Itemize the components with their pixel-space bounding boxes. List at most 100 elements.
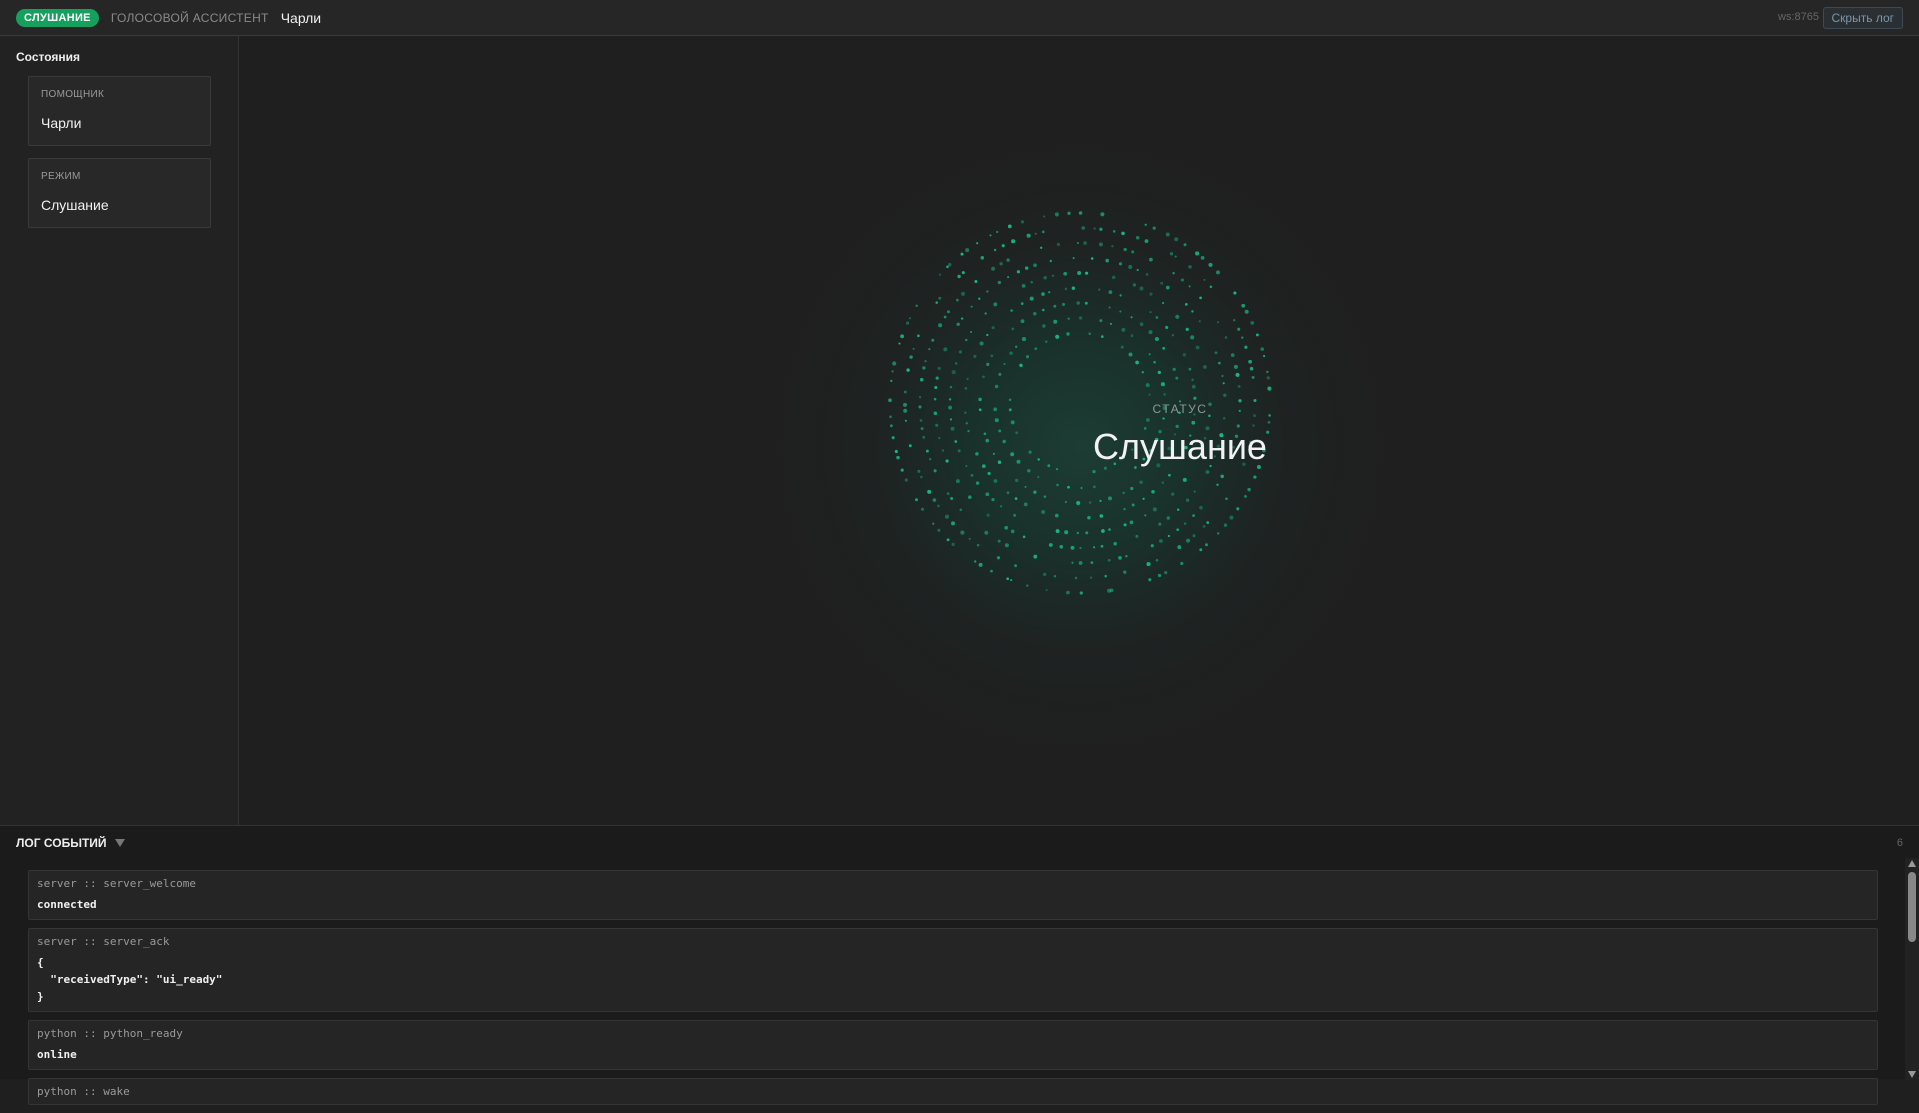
log-header[interactable]: ЛОГ СОБЫТИЙ [16, 836, 125, 850]
orb-dot [1191, 378, 1194, 382]
orb-dot [941, 449, 945, 452]
orb-dot [1237, 384, 1241, 388]
orb-dot [949, 385, 953, 389]
scroll-up-icon[interactable] [1908, 860, 1916, 867]
orb-dot [1266, 370, 1269, 374]
orb-dot [984, 312, 987, 315]
orb-dot [1043, 276, 1047, 280]
orb-dot [1266, 376, 1271, 380]
orb-dot [1129, 520, 1134, 525]
orb-dot [986, 513, 990, 517]
orb-dot [896, 455, 900, 460]
orb-dot [1034, 347, 1038, 351]
orb-dot [1153, 361, 1156, 364]
orb-dot [925, 449, 929, 453]
orb-dot [1149, 257, 1153, 262]
orb-dot [1076, 500, 1081, 506]
orb-dot [1101, 529, 1105, 533]
orb-dot [1023, 502, 1028, 507]
orb-dot [945, 459, 949, 463]
orb-dot [1042, 324, 1046, 328]
orb-dot [1132, 283, 1137, 287]
orb-dot [1090, 257, 1094, 260]
orb-dot [954, 440, 958, 443]
orb-dot [1123, 508, 1126, 511]
orb-dot [937, 528, 941, 532]
orb-dot [1034, 232, 1037, 235]
orb-dot [1033, 490, 1037, 494]
orb-dot [1101, 335, 1104, 338]
orb-dot [924, 360, 927, 363]
orb-dot [1198, 320, 1201, 323]
orb-dot [1229, 515, 1234, 520]
orb-dot [991, 326, 995, 330]
orb-dot [989, 234, 992, 237]
orb-dot [978, 408, 982, 412]
orb-dot [1074, 576, 1078, 580]
orb-dot [1015, 478, 1019, 483]
orb-dot [1267, 420, 1271, 424]
orb-dot [919, 419, 923, 422]
orb-dot [1098, 242, 1103, 247]
orb-dot [997, 539, 1001, 543]
orb-dot [1163, 393, 1166, 396]
caret-down-icon[interactable] [114, 839, 125, 847]
orb-dot [1006, 577, 1010, 581]
orb-dot [1093, 546, 1096, 549]
hide-log-button[interactable]: Скрыть лог [1822, 7, 1903, 29]
orb-dot [1093, 227, 1096, 230]
orb-dot [1236, 507, 1240, 511]
card-value: Слушание [41, 197, 109, 213]
orb-dot [973, 354, 977, 358]
mode-card: РЕЖИМ Слушание [28, 158, 211, 228]
orb-dot [1109, 322, 1113, 325]
orb-dot [951, 521, 955, 526]
orb-dot [1182, 353, 1187, 357]
orb-dot [1172, 367, 1176, 372]
orb-dot [891, 436, 895, 440]
app-subtitle: ГОЛОСОВОЙ АССИСТЕНТ [110, 10, 269, 25]
orb-dot [1070, 545, 1075, 550]
orb-dot [1222, 382, 1225, 385]
log-message: online [37, 1048, 77, 1061]
orb-dot [1010, 452, 1015, 457]
orb-dot [978, 397, 982, 402]
orb-dot [915, 304, 918, 307]
assistant-card: ПОМОЩНИК Чарли [28, 76, 211, 146]
orb-dot [1161, 481, 1165, 484]
orb-dot [1076, 241, 1079, 245]
orb-dot [1123, 570, 1127, 574]
orb-dot [1099, 319, 1103, 323]
orb-dot [1041, 230, 1045, 234]
orb-dot [1199, 548, 1203, 552]
main-panel: СТАТУС Слушание [240, 36, 1919, 825]
orb-dot [1033, 312, 1037, 316]
orb-dot [915, 498, 918, 502]
orb-dot [1244, 345, 1248, 349]
orb-dot [950, 426, 955, 431]
orb-dot [1045, 588, 1048, 592]
scroll-thumb[interactable] [1908, 872, 1916, 942]
orb-dot [1193, 490, 1196, 493]
orb-dot [1157, 370, 1161, 375]
orb-dot [902, 402, 908, 407]
orb-dot [1088, 501, 1092, 504]
orb-dot [1049, 259, 1052, 263]
orb-dot [1192, 514, 1195, 517]
orb-dot [1053, 319, 1058, 324]
orb-dot [961, 271, 965, 275]
orb-dot [970, 330, 973, 334]
scroll-down-icon[interactable] [1908, 1071, 1916, 1078]
orb-dot [1056, 483, 1059, 487]
orb-dot [985, 492, 990, 497]
orb-dot [1041, 510, 1046, 514]
orb-dot [949, 418, 953, 421]
orb-dot [1066, 590, 1070, 595]
orb-dot [1167, 534, 1170, 538]
orb-dot [1142, 497, 1145, 500]
orb-dot [1188, 285, 1191, 288]
log-scrollbar[interactable] [1905, 858, 1919, 1080]
orb-dot [1223, 393, 1227, 397]
orb-dot [1076, 301, 1080, 305]
orb-dot [1053, 574, 1057, 578]
